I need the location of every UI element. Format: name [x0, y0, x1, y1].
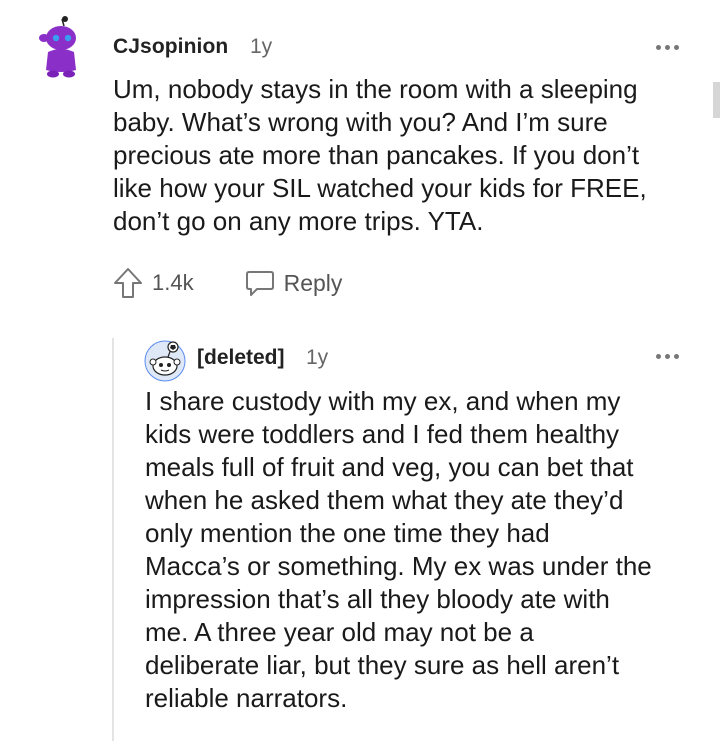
upvote-button[interactable]: 1.4k: [112, 266, 194, 300]
more-options-icon[interactable]: [656, 347, 686, 365]
comment-body-line: Macca’s or something. My ex was under th…: [145, 551, 652, 581]
upvote-arrow-icon: [114, 268, 142, 298]
reply-button[interactable]: Reply: [244, 268, 343, 298]
comment-body-line: baby. What’s wrong with you? And I’m sur…: [113, 107, 608, 137]
user-avatar-icon[interactable]: [144, 340, 186, 382]
comment-body-line: deliberate liar, but they sure as hell a…: [145, 650, 620, 680]
comment-body-line: Um, nobody stays in the room with a slee…: [113, 74, 638, 104]
upvote-count: 1.4k: [152, 270, 194, 295]
comment-body-line: precious ate more than pancakes. If you …: [113, 140, 640, 170]
comment-body-line: I share custody with my ex, and when my: [145, 386, 621, 416]
comment-age: 1y: [250, 35, 273, 58]
comment-body-line: me. A three year old may not be a: [145, 617, 534, 647]
comment-author[interactable]: [deleted]: [197, 346, 285, 370]
comment-body-line: like how your SIL watched your kids for …: [113, 173, 647, 203]
scrollbar-thumb[interactable]: [713, 82, 720, 118]
comment-body-line: reliable narrators.: [145, 683, 348, 713]
comment-actions: 1.4k Reply: [112, 265, 342, 301]
comment-author[interactable]: CJsopinion: [113, 35, 228, 59]
comment-body-line: don’t go on any more trips. YTA.: [113, 206, 484, 236]
comment-reply: [deleted] 1y I share custody with my ex,…: [0, 320, 720, 741]
comment-body-line: when he asked them what they ate they’d: [145, 485, 624, 515]
comment-age: 1y: [306, 346, 329, 369]
comment-body: Um, nobody stays in the room with a slee…: [113, 73, 703, 238]
comment-body-line: meals full of fruit and veg, you can bet…: [145, 452, 634, 482]
comment-body: I share custody with my ex, and when my …: [145, 385, 710, 715]
comment-body-line: impression that’s all they bloody ate wi…: [145, 584, 610, 614]
reply-bubble-icon: [245, 271, 274, 296]
comment: CJsopinion 1y Um, nobody stays in the ro…: [0, 0, 720, 320]
more-options-icon[interactable]: [656, 38, 686, 56]
user-avatar-icon[interactable]: [38, 16, 82, 78]
comment-body-line: only mention the one time they had: [145, 518, 550, 548]
comment-body-line: kids were toddlers and I fed them health…: [145, 419, 620, 449]
reply-label: Reply: [283, 269, 343, 296]
